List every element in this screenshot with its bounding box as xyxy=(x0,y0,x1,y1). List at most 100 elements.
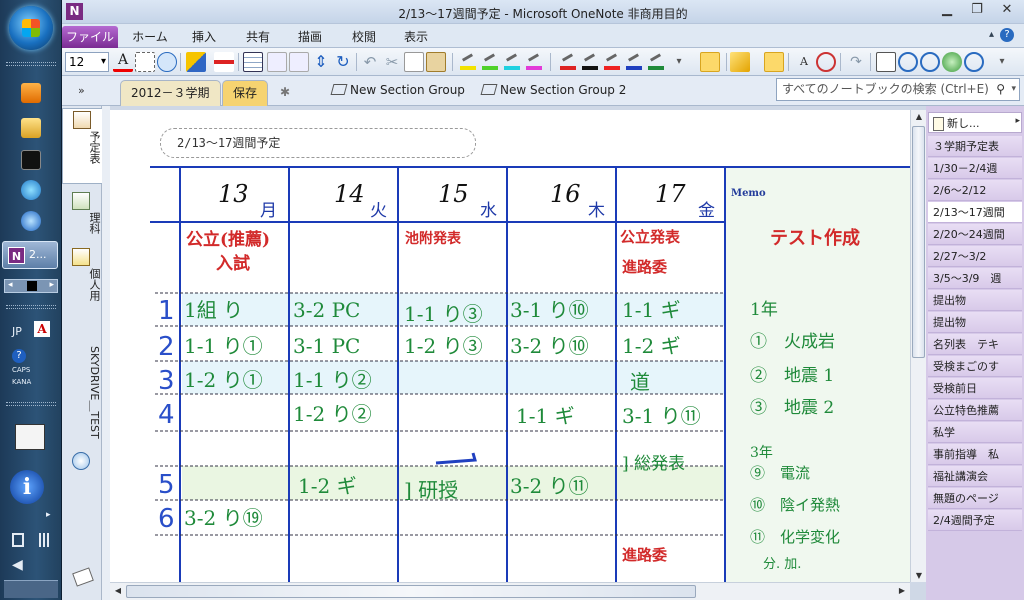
highlighter-magenta-icon[interactable] xyxy=(525,54,543,70)
internet-explorer-icon[interactable] xyxy=(21,211,41,231)
pen-dropdown-icon[interactable]: ▾ xyxy=(669,52,689,72)
pen-black-icon[interactable] xyxy=(581,54,599,70)
redo-icon[interactable]: ↷ xyxy=(846,52,866,72)
highlighter-green-icon[interactable] xyxy=(481,54,499,70)
tab-draw[interactable]: 描画 xyxy=(290,26,330,48)
page-item[interactable]: 名列表 テキ xyxy=(928,334,1022,355)
rotate-icon[interactable]: ↻ xyxy=(333,52,353,72)
insert-space-icon[interactable] xyxy=(267,52,287,72)
right-arrow-icon[interactable]: ▸ xyxy=(49,280,54,290)
page-item[interactable]: 2/4週間予定 xyxy=(928,510,1022,531)
minimize-icon[interactable]: ▁ xyxy=(932,0,962,20)
tab-insert[interactable]: 挿入 xyxy=(184,26,224,48)
pen-blue-icon[interactable] xyxy=(625,54,643,70)
page-item-selected[interactable]: 2/13～17週間 xyxy=(928,202,1022,223)
cut-icon[interactable]: ✂ xyxy=(382,52,402,72)
note-page[interactable]: 2/13～17週間予定 13 月 14 火 15 水 16 木 17 金 Mem… xyxy=(110,110,910,582)
media-player-icon[interactable] xyxy=(21,83,41,103)
network-icon[interactable] xyxy=(21,180,41,200)
page-list-collapse-icon[interactable]: ▸ xyxy=(1015,116,1020,126)
page-item[interactable]: 受検まごのす xyxy=(928,356,1022,377)
signal-icon[interactable] xyxy=(36,533,52,547)
section-tab-2012[interactable]: 2012－３学期 xyxy=(120,80,221,106)
highlighter-yellow-icon[interactable] xyxy=(459,54,477,70)
vertical-scroll-thumb[interactable] xyxy=(912,126,925,358)
scroll-up-icon[interactable]: ▲ xyxy=(913,112,925,121)
tab-file[interactable]: ファイル xyxy=(62,26,118,48)
volume-icon[interactable]: ◀ xyxy=(12,557,23,573)
page-view-icon[interactable] xyxy=(876,52,896,72)
page-item[interactable]: 2/6～2/12 xyxy=(928,180,1022,201)
paste-icon[interactable] xyxy=(426,52,446,72)
arrange-icon[interactable]: ⇕ xyxy=(311,52,331,72)
page-item[interactable]: 3/5～3/9 週 xyxy=(928,268,1022,289)
search-scope-dropdown-icon[interactable]: ▾ xyxy=(1011,79,1016,100)
page-item[interactable]: 2/27～3/2 xyxy=(928,246,1022,267)
notebook-schedule[interactable]: 予定表 xyxy=(62,108,102,184)
lasso-icon[interactable] xyxy=(816,52,836,72)
sync-icon[interactable] xyxy=(942,52,962,72)
device-icon[interactable] xyxy=(12,533,24,547)
table-icon[interactable] xyxy=(243,52,263,72)
scroll-down-icon[interactable]: ▼ xyxy=(913,571,925,580)
page-item[interactable]: 私学 xyxy=(928,422,1022,443)
page-item[interactable]: 受検前日 xyxy=(928,378,1022,399)
tab-view[interactable]: 表示 xyxy=(396,26,436,48)
tag-icon[interactable] xyxy=(186,52,206,72)
start-button[interactable] xyxy=(9,6,53,50)
horizontal-scroll-thumb[interactable] xyxy=(126,585,696,598)
language-indicator[interactable]: JP xyxy=(12,325,22,338)
page-item[interactable]: 提出物 xyxy=(928,312,1022,333)
notebook-science[interactable]: 理科 xyxy=(62,190,102,242)
eraser-icon[interactable] xyxy=(764,52,784,72)
tab-review[interactable]: 校閲 xyxy=(344,26,384,48)
taskbar-onenote-button[interactable]: N 2... xyxy=(2,241,58,269)
ime-icon[interactable]: A xyxy=(34,321,50,337)
app-icon[interactable] xyxy=(21,150,41,170)
new-section-icon[interactable]: ✱ xyxy=(280,85,290,99)
scroll-right-icon[interactable]: ▶ xyxy=(896,586,908,595)
zoom-out-icon[interactable] xyxy=(920,52,940,72)
font-size-select[interactable]: 12 xyxy=(65,52,109,72)
ribbon-collapse-icon[interactable]: ▴ xyxy=(989,29,994,40)
horizontal-scrollbar[interactable]: ◀ ▶ xyxy=(110,582,910,600)
show-desktop-button[interactable] xyxy=(4,580,58,598)
scroll-left-icon[interactable]: ◀ xyxy=(112,586,124,595)
pen-red-2-icon[interactable] xyxy=(603,54,621,70)
section-group-2[interactable]: New Section Group 2 xyxy=(480,83,626,97)
page-item[interactable]: 無題のページ xyxy=(928,488,1022,509)
notebook-skydrive[interactable]: SKYDRIVE＿TEST xyxy=(62,324,102,474)
help-icon[interactable]: ? xyxy=(1000,28,1014,42)
active-pen-icon[interactable] xyxy=(700,52,720,72)
page-item[interactable]: ３学期予定表 xyxy=(928,136,1022,157)
todo-tag-icon[interactable] xyxy=(214,52,234,72)
page-item[interactable]: 事前指導 私 xyxy=(928,444,1022,465)
vertical-scrollbar[interactable]: ▲ ▼ xyxy=(910,110,926,582)
ink-to-text-icon[interactable]: A xyxy=(794,52,814,72)
taskbar-scroller[interactable]: ◂ ▸ xyxy=(4,279,58,293)
page-item[interactable]: 福祉講演会 xyxy=(928,466,1022,487)
restore-icon[interactable]: ❐ xyxy=(962,0,992,20)
expand-tray-icon[interactable]: ▸ xyxy=(46,510,51,520)
explorer-icon[interactable] xyxy=(21,118,41,138)
columns-icon[interactable] xyxy=(289,52,309,72)
undo-icon[interactable]: ↶ xyxy=(360,52,380,72)
pen-green-icon[interactable] xyxy=(647,54,665,70)
insert-shapes-icon[interactable] xyxy=(157,52,177,72)
notebook-personal[interactable]: 個人用 xyxy=(62,246,102,320)
pen-input-icon[interactable] xyxy=(15,424,45,450)
new-page-button[interactable]: 新し... xyxy=(928,112,1022,133)
section-tab-save[interactable]: 保存 xyxy=(222,80,269,106)
page-item[interactable]: 提出物 xyxy=(928,290,1022,311)
tab-share[interactable]: 共有 xyxy=(238,26,278,48)
customize-toolbar-icon[interactable]: ▾ xyxy=(992,52,1012,72)
help-icon[interactable]: ? xyxy=(12,349,26,363)
page-item[interactable]: 2/20～24週間 xyxy=(928,224,1022,245)
lasso-select-icon[interactable] xyxy=(135,52,155,72)
left-arrow-icon[interactable]: ◂ xyxy=(8,280,13,290)
font-color-icon[interactable]: A xyxy=(113,52,133,72)
search-box[interactable]: すべてのノートブックの検索 (Ctrl+E) ⚲ ▾ xyxy=(776,78,1020,101)
unfiled-notes-icon[interactable] xyxy=(72,567,94,587)
tab-home[interactable]: ホーム xyxy=(128,26,172,48)
zoom-in-icon[interactable] xyxy=(898,52,918,72)
